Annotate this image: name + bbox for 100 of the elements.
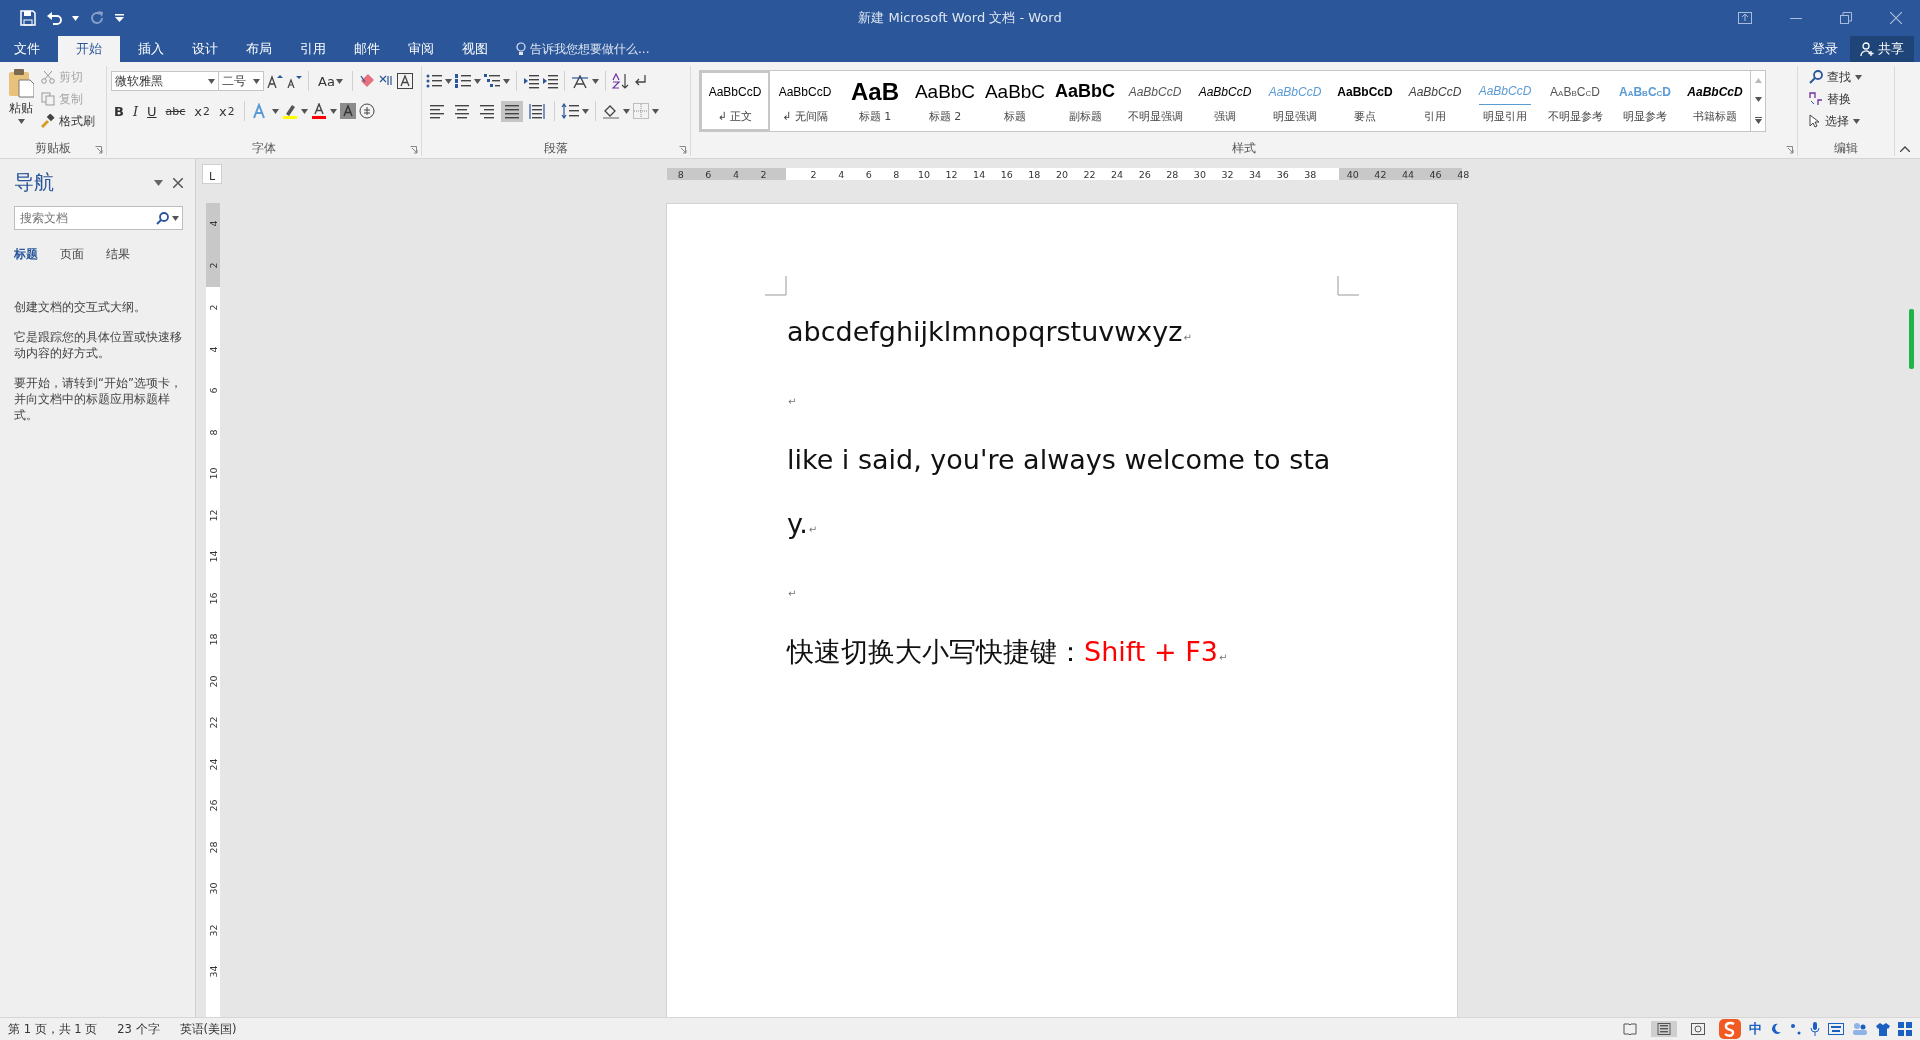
style-item[interactable]: AaBbC 标题 2: [910, 71, 980, 131]
caret-icon[interactable]: [208, 78, 215, 84]
search-icon[interactable]: [1809, 70, 1823, 84]
ribbon-tab[interactable]: 邮件: [340, 36, 394, 62]
close-icon[interactable]: [1890, 12, 1902, 24]
style-item[interactable]: AaBbCcD ↲ 无间隔: [770, 71, 840, 131]
search-input[interactable]: 搜索文档: [18, 210, 153, 226]
caret-icon[interactable]: [1853, 118, 1860, 124]
style-item[interactable]: AaBbCcD 不明显参考: [1540, 71, 1610, 131]
dialog-launcher-icon[interactable]: [679, 146, 687, 154]
caret-icon[interactable]: [172, 215, 179, 221]
person-plus-icon[interactable]: [1860, 42, 1874, 56]
shrink-font-icon[interactable]: [286, 74, 302, 88]
paintbrush-icon[interactable]: [41, 114, 55, 128]
redo-icon[interactable]: [89, 10, 105, 26]
caret-icon[interactable]: [474, 78, 481, 84]
microphone-icon[interactable]: [1810, 1022, 1820, 1036]
style-item[interactable]: AaBbCcD 引用: [1400, 71, 1470, 131]
sort-icon[interactable]: [612, 73, 630, 89]
highlighter-icon[interactable]: [281, 103, 298, 119]
pane-tab[interactable]: 标题: [14, 246, 38, 263]
moon-icon[interactable]: [1770, 1023, 1782, 1035]
close-icon[interactable]: [173, 177, 183, 188]
editing-button[interactable]: 替换: [1806, 88, 1890, 110]
caret-icon[interactable]: [592, 78, 599, 84]
people-icon[interactable]: [1852, 1022, 1868, 1036]
more-styles-icon[interactable]: [1754, 116, 1762, 124]
increase-indent-icon[interactable]: [542, 73, 558, 89]
paint-bucket-icon[interactable]: [602, 103, 620, 119]
font-name-field[interactable]: 微软雅黑: [111, 71, 219, 91]
style-item[interactable]: AaB 标题 1: [840, 71, 910, 131]
dialog-launcher-icon[interactable]: [95, 146, 103, 154]
dialog-launcher-icon[interactable]: [410, 146, 418, 154]
restore-icon[interactable]: [1840, 12, 1852, 24]
caret-icon[interactable]: [253, 78, 260, 84]
paste-button[interactable]: 粘贴: [4, 66, 38, 140]
scrollbar-thumb[interactable]: [1909, 309, 1914, 369]
sign-in-link[interactable]: 登录: [1800, 36, 1850, 62]
style-item[interactable]: AaBbCcD 强调: [1190, 71, 1260, 131]
caret-icon[interactable]: [329, 108, 337, 114]
search-icon[interactable]: [156, 211, 169, 225]
style-item[interactable]: AaBbCcD 不明显强调: [1120, 71, 1190, 131]
font-size-field[interactable]: 二号: [218, 71, 264, 91]
style-item[interactable]: AaBbC 标题: [980, 71, 1050, 131]
customize-caret-icon[interactable]: [115, 14, 124, 22]
style-item[interactable]: AaBbCcD ↲ 正文: [700, 71, 770, 131]
keyboard-icon[interactable]: [1828, 1023, 1844, 1035]
enclose-character-icon[interactable]: [358, 103, 375, 119]
multilevel-list-icon[interactable]: [484, 73, 500, 89]
ribbon-tab[interactable]: 视图: [448, 36, 502, 62]
search-field[interactable]: 搜索文档: [14, 206, 183, 230]
bullets-icon[interactable]: [426, 73, 442, 89]
caret-icon[interactable]: [1855, 74, 1862, 80]
print-layout-button[interactable]: [1651, 1021, 1677, 1037]
numbering-icon[interactable]: [455, 73, 471, 89]
dialog-launcher-icon[interactable]: [1786, 146, 1794, 154]
caret-icon[interactable]: [445, 78, 452, 84]
caret-icon[interactable]: [271, 108, 279, 114]
caret-icon[interactable]: [300, 108, 308, 114]
style-item[interactable]: AaBbCcD 书籍标题: [1680, 71, 1750, 131]
tell-me-field[interactable]: 告诉我您想要做什么...: [530, 40, 650, 58]
tab-selector[interactable]: L: [202, 164, 222, 184]
grow-font-icon[interactable]: [267, 74, 283, 88]
character-shading-icon[interactable]: [339, 103, 356, 119]
ribbon-tab[interactable]: 设计: [178, 36, 232, 62]
style-item[interactable]: AaBbC 副标题: [1050, 71, 1120, 131]
character-border-icon[interactable]: [396, 73, 413, 89]
ime-logo-icon[interactable]: [1719, 1019, 1741, 1039]
font-color-icon[interactable]: [310, 103, 327, 119]
pane-tab[interactable]: 页面: [60, 246, 84, 263]
eraser-icon[interactable]: [358, 73, 375, 89]
share-button[interactable]: 共享: [1850, 36, 1914, 62]
clipboard-icon[interactable]: [8, 68, 34, 98]
line-spacing-icon[interactable]: [561, 103, 579, 119]
caret-icon[interactable]: [582, 108, 589, 114]
caret-icon[interactable]: [335, 78, 343, 84]
ribbon-tab[interactable]: 布局: [232, 36, 286, 62]
editing-button[interactable]: 选择: [1806, 110, 1890, 132]
format-button[interactable]: abc: [162, 102, 189, 120]
asian-layout-icon[interactable]: [571, 73, 589, 89]
shirt-icon[interactable]: [1876, 1022, 1890, 1036]
decrease-indent-icon[interactable]: [523, 73, 539, 89]
caret-icon[interactable]: [17, 119, 25, 124]
ribbon-tab[interactable]: 引用: [286, 36, 340, 62]
change-case-button[interactable]: Aa: [315, 71, 346, 91]
grid-icon[interactable]: [1898, 1022, 1912, 1036]
ribbon-tab[interactable]: 插入: [124, 36, 178, 62]
lightbulb-icon[interactable]: [516, 42, 526, 56]
ribbon-display-icon[interactable]: [1738, 12, 1752, 24]
style-item[interactable]: AaBbCcD 明显参考: [1610, 71, 1680, 131]
caret-icon[interactable]: [652, 108, 659, 114]
dropdown-icon[interactable]: [154, 179, 163, 186]
pane-tab[interactable]: 结果: [106, 246, 130, 263]
input-mode-indicator[interactable]: 中: [1749, 1020, 1762, 1038]
undo-icon[interactable]: [46, 10, 62, 26]
caret-icon[interactable]: [623, 108, 630, 114]
ribbon-tab[interactable]: 文件: [0, 36, 54, 62]
punctuation-icon[interactable]: [1790, 1023, 1802, 1035]
caret-icon[interactable]: [72, 15, 79, 21]
scroll-down-icon[interactable]: [1754, 97, 1762, 103]
